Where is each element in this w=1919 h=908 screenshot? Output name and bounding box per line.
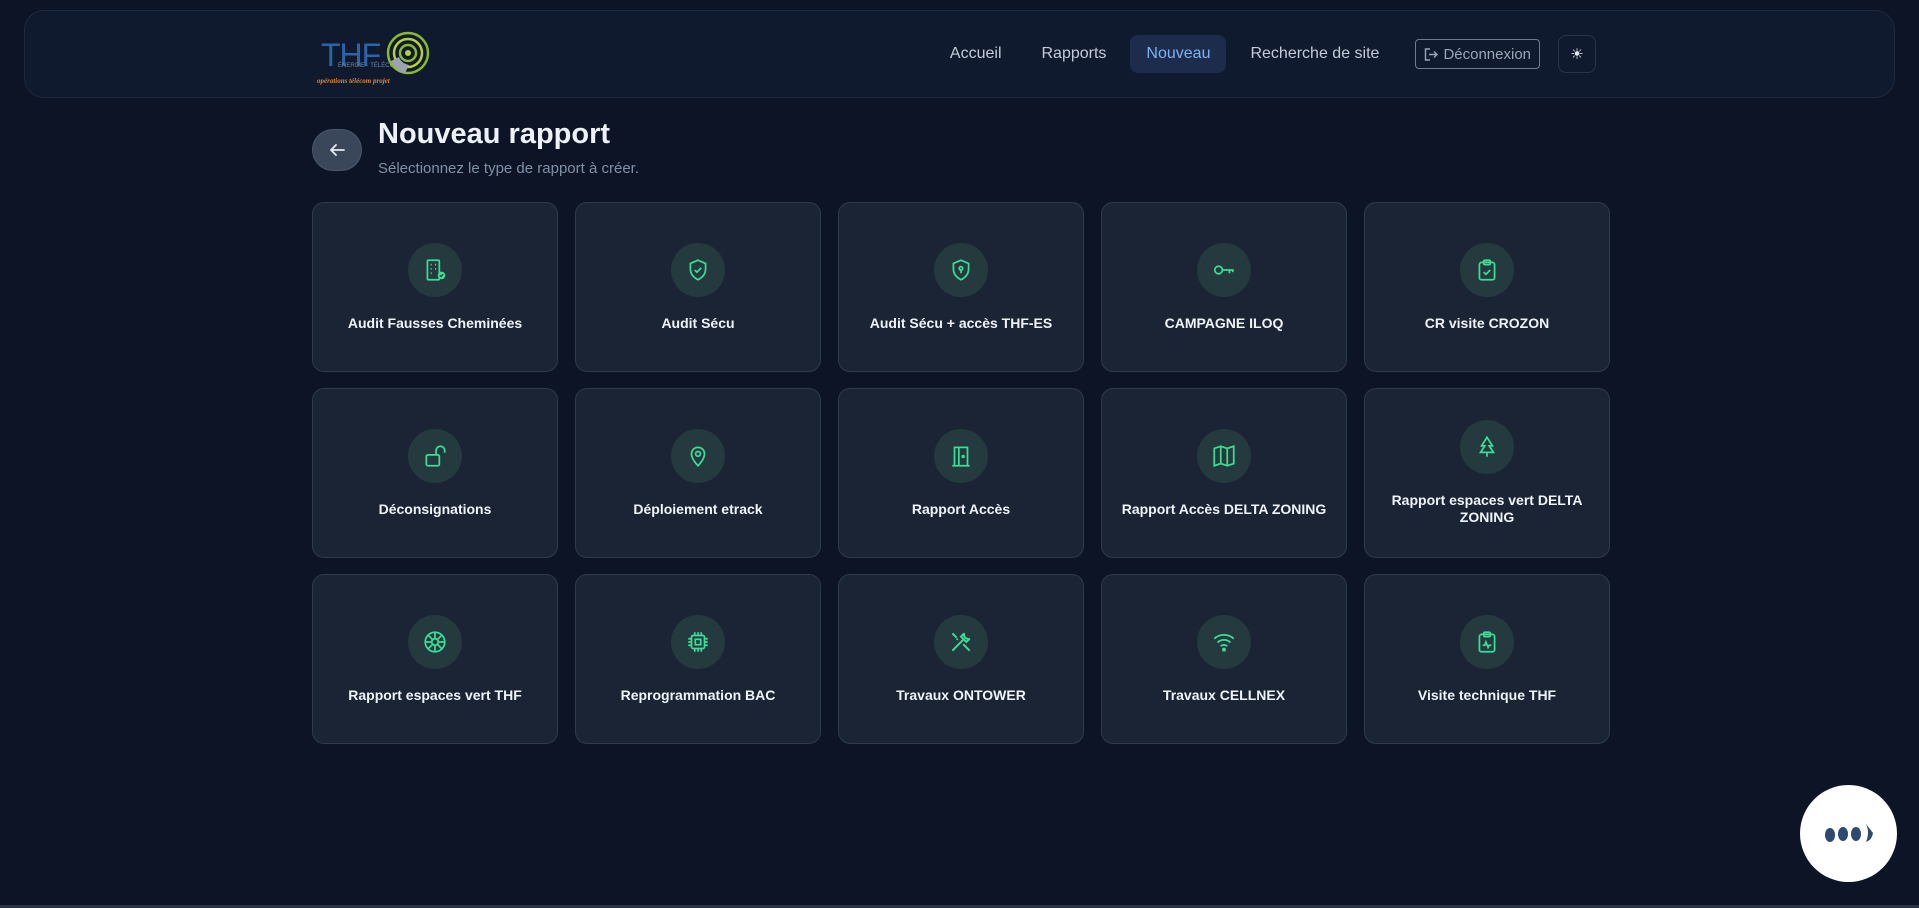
tree-icon — [1478, 435, 1496, 457]
report-card-cr-visite-crozon[interactable]: CR visite CROZON — [1364, 202, 1610, 372]
aperture-icon — [424, 630, 446, 653]
logo-rings-icon — [386, 31, 430, 75]
report-card-audit-secu-acces[interactable]: Audit Sécu + accès THF-ES — [838, 202, 1084, 372]
map-pin-icon — [690, 445, 706, 467]
top-navbar: THF ÉNERGIE · TÉLÉCOM opérations télécom… — [24, 10, 1895, 98]
nav-recherche-de-site[interactable]: Recherche de site — [1234, 35, 1395, 73]
report-card-deconsignations[interactable]: Déconsignations — [312, 388, 558, 558]
cpu-icon — [688, 631, 708, 652]
door-icon — [952, 445, 970, 467]
card-label: Audit Sécu + accès THF-ES — [869, 314, 1053, 331]
card-label: Travaux ONTOWER — [896, 686, 1026, 703]
card-label: Travaux CELLNEX — [1162, 686, 1286, 703]
chat-widget-button[interactable] — [1800, 785, 1897, 882]
page-subtitle: Sélectionnez le type de rapport à créer. — [378, 160, 639, 177]
clipboard-pulse-icon — [1478, 630, 1496, 653]
card-label: Audit Fausses Cheminées — [347, 314, 523, 331]
sun-icon: ☀ — [1570, 46, 1584, 63]
report-card-visite-technique-thf[interactable]: Visite technique THF — [1364, 574, 1610, 744]
card-label: Rapport Accès DELTA ZONING — [1121, 500, 1327, 517]
clipboard-check-icon — [1478, 258, 1496, 281]
card-label: Rapport espaces vert THF — [348, 686, 522, 703]
page-title: Nouveau rapport — [378, 118, 611, 150]
card-label: Déconsignations — [378, 500, 492, 517]
card-label: Reprogrammation BAC — [620, 686, 776, 703]
report-card-travaux-ontower[interactable]: Travaux ONTOWER — [838, 574, 1084, 744]
report-type-grid: Audit Fausses Cheminées Audit Sécu Audit… — [312, 202, 1610, 744]
card-label: Déploiement etrack — [633, 500, 763, 517]
card-label: CAMPAGNE ILOQ — [1164, 314, 1284, 331]
nav-nouveau[interactable]: Nouveau — [1130, 35, 1227, 73]
building-check-icon — [426, 258, 446, 281]
report-card-audit-fausses-cheminees[interactable]: Audit Fausses Cheminées — [312, 202, 558, 372]
card-label: Rapport espaces vert DELTA ZONING — [1391, 492, 1583, 525]
report-card-audit-secu[interactable]: Audit Sécu — [575, 202, 821, 372]
thf-logo[interactable]: THF ÉNERGIE · TÉLÉCOM opérations télécom… — [315, 31, 435, 87]
report-card-rapport-espaces-vert-thf[interactable]: Rapport espaces vert THF — [312, 574, 558, 744]
nav-accueil[interactable]: Accueil — [934, 35, 1018, 73]
report-card-rapport-acces[interactable]: Rapport Accès — [838, 388, 1084, 558]
card-label: CR visite CROZON — [1424, 314, 1550, 331]
shield-keyhole-icon — [952, 258, 970, 281]
report-card-rapport-espaces-vert-delta-zoning[interactable]: Rapport espaces vert DELTA ZONING — [1364, 388, 1610, 558]
lock-open-icon — [425, 444, 446, 467]
shield-check-icon — [689, 258, 707, 281]
report-card-travaux-cellnex[interactable]: Travaux CELLNEX — [1101, 574, 1347, 744]
nav-links: Accueil Rapports Nouveau Recherche de si… — [934, 35, 1596, 73]
nav-rapports[interactable]: Rapports — [1026, 35, 1123, 73]
key-icon — [1213, 264, 1234, 275]
wifi-icon — [1213, 633, 1235, 652]
card-label: Audit Sécu — [661, 314, 735, 331]
logo-tagline: opérations télécom projet — [317, 77, 390, 85]
map-icon — [1213, 444, 1235, 467]
report-card-campagne-iloq[interactable]: CAMPAGNE ILOQ — [1101, 202, 1347, 372]
report-card-reprogrammation-bac[interactable]: Reprogrammation BAC — [575, 574, 821, 744]
tools-icon — [951, 632, 971, 651]
arrow-left-icon — [330, 144, 345, 156]
theme-toggle-button[interactable]: ☀ — [1558, 35, 1596, 73]
report-card-deploiement-etrack[interactable]: Déploiement etrack — [575, 388, 821, 558]
back-button[interactable] — [312, 129, 362, 171]
card-label: Visite technique THF — [1417, 686, 1557, 703]
logout-button[interactable]: Déconnexion — [1415, 39, 1540, 69]
logout-label: Déconnexion — [1443, 45, 1531, 63]
logout-icon — [1425, 47, 1439, 61]
report-card-rapport-acces-delta-zoning[interactable]: Rapport Accès DELTA ZONING — [1101, 388, 1347, 558]
chat-bubbles-icon — [1824, 823, 1873, 842]
card-label: Rapport Accès — [911, 500, 1011, 517]
